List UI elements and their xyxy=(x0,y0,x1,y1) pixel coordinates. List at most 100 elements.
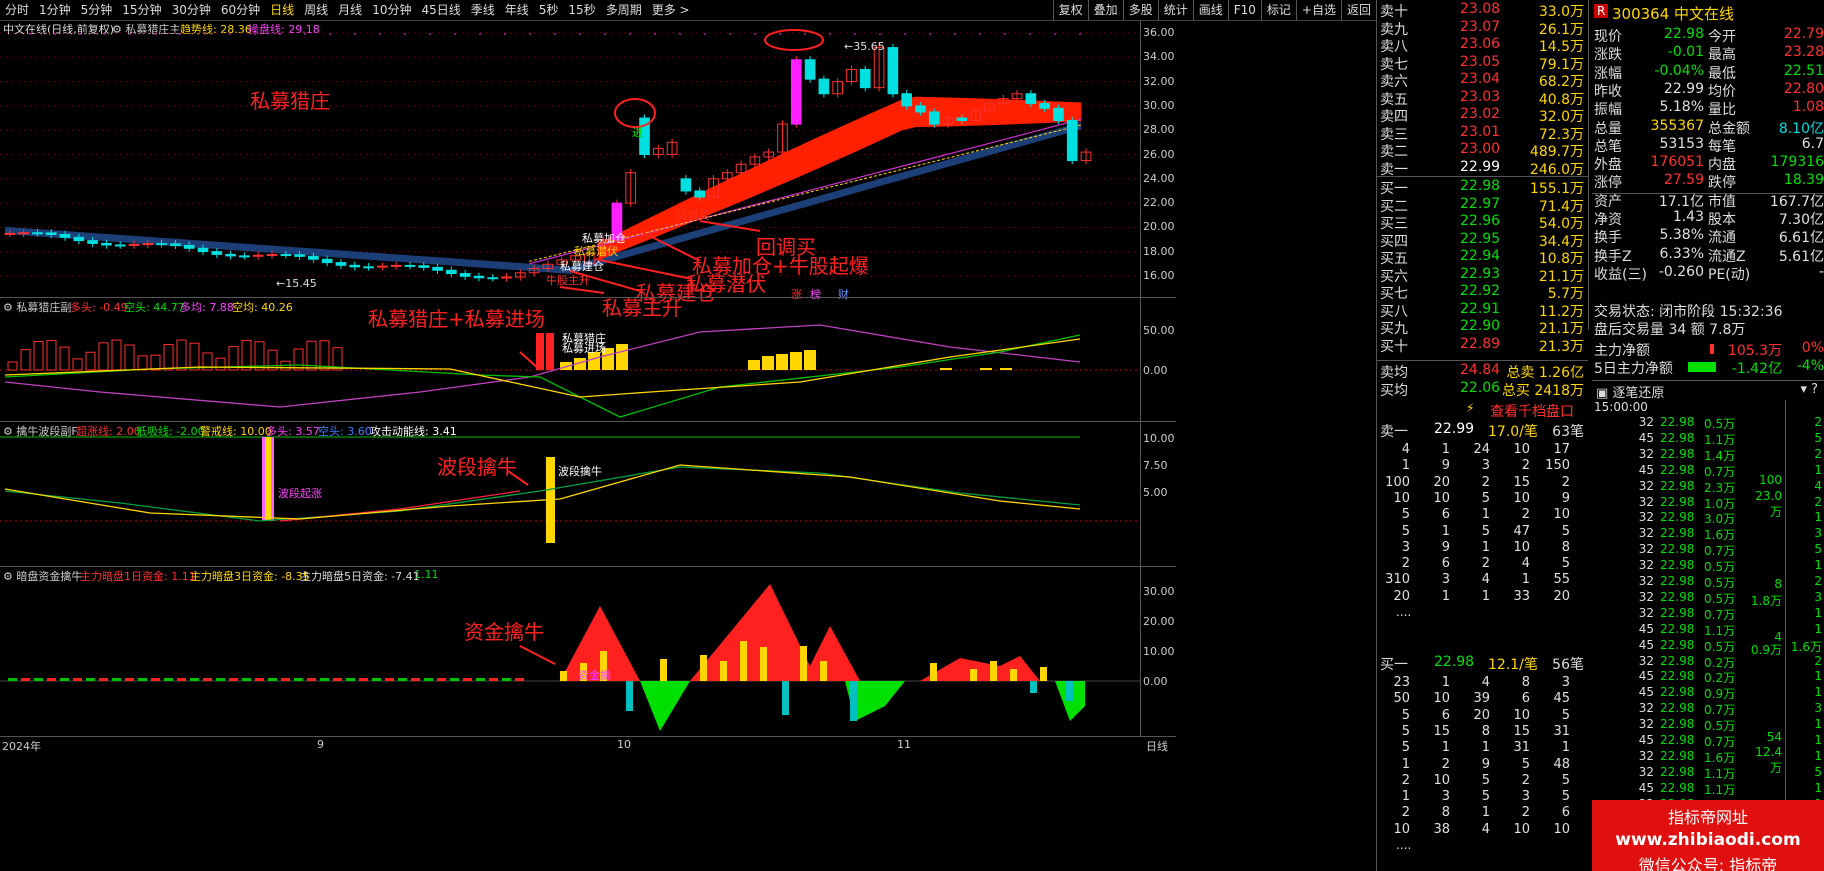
quote-row: 净资 1.43 股本 7.30亿 xyxy=(1592,209,1824,228)
tick-right: 3 xyxy=(1814,701,1822,716)
hist-bar xyxy=(124,344,135,371)
r-badge: R xyxy=(1594,4,1609,18)
tick-vol: 0.7万 xyxy=(1704,735,1736,749)
tool-button-7[interactable]: +自选 xyxy=(1295,0,1341,21)
tick-mid-label: 23.0万 xyxy=(1755,489,1782,519)
bid-row[interactable]: 买三 22.96 54.0万 xyxy=(1376,213,1588,232)
x-period[interactable]: 日线 xyxy=(1146,738,1168,754)
dot xyxy=(204,33,206,35)
ask-row[interactable]: 卖六 23.04 68.2万 xyxy=(1376,71,1588,90)
grid-cell: 5 xyxy=(1561,772,1570,788)
period-tab-14[interactable]: 15秒 xyxy=(563,0,600,21)
bid-row[interactable]: 买九 22.90 21.1万 xyxy=(1376,318,1588,337)
period-tab-3[interactable]: 15分钟 xyxy=(117,0,166,21)
small-bar xyxy=(203,678,212,681)
ask-row[interactable]: 卖七 23.05 79.1万 xyxy=(1376,54,1588,73)
grid-header-cell: 17.0/笔 xyxy=(1488,424,1538,440)
period-tab-1[interactable]: 1分钟 xyxy=(34,0,76,21)
tool-button-8[interactable]: 返回 xyxy=(1340,0,1376,21)
ask-row[interactable]: 卖九 23.07 26.1万 xyxy=(1376,19,1588,38)
period-tab-13[interactable]: 5秒 xyxy=(534,0,564,21)
tick-count: 32 xyxy=(1638,526,1654,541)
tick-right: 2 xyxy=(1814,494,1822,509)
tick-menu-icon[interactable]: ▾ ? xyxy=(1800,382,1818,397)
sell-avg-row[interactable]: 卖均 24.84 总卖 1.26亿 xyxy=(1376,362,1588,381)
tick-price: 22.98 xyxy=(1660,605,1695,620)
small-bar xyxy=(398,678,407,681)
tick-count: 32 xyxy=(1638,589,1654,604)
tool-button-1[interactable]: 叠加 xyxy=(1087,0,1123,21)
period-tab-15[interactable]: 多周期 xyxy=(601,0,647,21)
period-tab-8[interactable]: 月线 xyxy=(333,0,367,21)
net-value: -1.42亿 xyxy=(1731,361,1782,377)
ask-row[interactable]: 卖二 23.00 489.7万 xyxy=(1376,141,1588,160)
period-tab-11[interactable]: 季线 xyxy=(466,0,500,21)
bid-row[interactable]: 买六 22.93 21.1万 xyxy=(1376,266,1588,285)
toolbar-right: 复权 叠加 多股 统计 画线 F10 标记 +自选 返回 xyxy=(1052,0,1376,21)
bid-row[interactable]: 买二 22.97 71.4万 xyxy=(1376,196,1588,215)
tool-button-5[interactable]: F10 xyxy=(1227,0,1261,21)
period-tab-9[interactable]: 10分钟 xyxy=(367,0,416,21)
period-tab-10[interactable]: 45日线 xyxy=(416,0,465,21)
tick-vol: 1.6万 xyxy=(1704,750,1736,765)
small-bar xyxy=(307,678,316,681)
period-tab-2[interactable]: 5分钟 xyxy=(76,0,118,21)
ask-row[interactable]: 卖一 22.99 246.0万 xyxy=(1376,159,1588,178)
bid-row[interactable]: 买四 22.95 34.4万 xyxy=(1376,231,1588,250)
period-tab-7[interactable]: 周线 xyxy=(299,0,333,21)
yellow-bar xyxy=(560,671,567,681)
dot xyxy=(754,33,756,35)
ask-row[interactable]: 卖四 23.02 32.0万 xyxy=(1376,106,1588,125)
yellow-bar xyxy=(970,669,977,681)
tick-vol: 0.7万 xyxy=(1704,544,1736,559)
divider xyxy=(1785,400,1786,800)
ask-row[interactable]: 卖五 23.03 40.8万 xyxy=(1376,89,1588,108)
bid-row[interactable]: 买五 22.94 10.8万 xyxy=(1376,248,1588,267)
net-label: 主力净额 xyxy=(1594,343,1650,359)
small-bar xyxy=(151,678,160,681)
tool-button-0[interactable]: 复权 xyxy=(1052,0,1088,21)
tick-count: 45 xyxy=(1638,669,1654,684)
sub2-yellow-line xyxy=(4,464,1081,520)
bid-row[interactable]: 买一 22.98 155.1万 xyxy=(1376,178,1588,197)
small-bar xyxy=(60,678,69,681)
candle xyxy=(197,247,209,253)
ask-row[interactable]: 卖三 23.01 72.3万 xyxy=(1376,124,1588,143)
banner-line3: 微信公众号: 指标帝 xyxy=(1638,856,1778,871)
tool-button-4[interactable]: 画线 xyxy=(1192,0,1228,21)
period-tab-5[interactable]: 60分钟 xyxy=(216,0,265,21)
small-bar xyxy=(424,678,433,681)
bid-row[interactable]: 买八 22.91 11.2万 xyxy=(1376,301,1588,320)
tick-right: 5 xyxy=(1814,542,1822,557)
dot xyxy=(454,33,456,35)
y-tick: 18.00 xyxy=(1143,244,1175,258)
small-bar xyxy=(450,678,459,681)
yellow-bar xyxy=(980,368,992,370)
x-label-sep: 9 xyxy=(317,738,324,751)
period-tab-0[interactable]: 分时 xyxy=(0,0,34,21)
candle xyxy=(459,273,471,277)
dot xyxy=(829,33,831,35)
period-tab-16[interactable]: 更多 > xyxy=(647,0,695,21)
low-price-label: ←15.45 xyxy=(276,277,317,290)
tool-button-3[interactable]: 统计 xyxy=(1157,0,1193,21)
ask-row[interactable]: 卖十 23.08 33.0万 xyxy=(1376,1,1588,20)
tick-vol: 2.3万 xyxy=(1704,480,1736,495)
yellow-bar xyxy=(1040,667,1047,681)
tick-price: 22.98 xyxy=(1660,780,1695,795)
ask-row[interactable]: 卖八 23.06 14.5万 xyxy=(1376,36,1588,55)
ticket-button[interactable]: 查看千档盘口 xyxy=(1490,401,1574,421)
period-tab-4[interactable]: 30分钟 xyxy=(167,0,216,21)
period-tab-12[interactable]: 年线 xyxy=(500,0,534,21)
buy-avg-row[interactable]: 买均 22.06 总买 2418万 xyxy=(1376,380,1588,399)
period-tab-6[interactable]: 日线 xyxy=(265,0,299,21)
tool-button-2[interactable]: 多股 xyxy=(1122,0,1158,21)
bid-row[interactable]: 买七 22.92 5.7万 xyxy=(1376,283,1588,302)
tick-price: 22.98 xyxy=(1660,589,1695,604)
tool-button-6[interactable]: 标记 xyxy=(1260,0,1296,21)
tick-right: 2 xyxy=(1814,653,1822,668)
grid-cell: 6 xyxy=(1521,691,1530,707)
bid-row[interactable]: 买十 22.89 21.3万 xyxy=(1376,336,1588,355)
tick-price: 22.98 xyxy=(1660,478,1695,493)
quote-value: 6.33% xyxy=(1659,245,1704,262)
